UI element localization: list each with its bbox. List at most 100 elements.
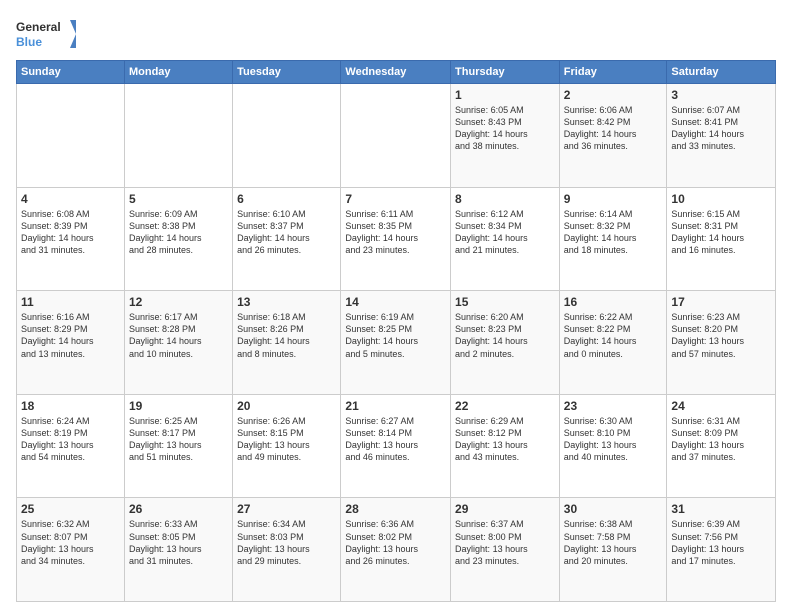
day-number: 29 bbox=[455, 502, 555, 516]
day-number: 10 bbox=[671, 192, 771, 206]
calendar-cell: 22 Sunrise: 6:29 AM Sunset: 8:12 PM Dayli… bbox=[451, 394, 560, 498]
calendar-cell: 8Sunrise: 6:12 AM Sunset: 8:34 PM Daylig… bbox=[451, 187, 560, 291]
calendar-cell: 16 Sunrise: 6:22 AM Sunset: 8:22 PM Dayli… bbox=[559, 291, 667, 395]
calendar-cell: 19 Sunrise: 6:25 AM Sunset: 8:17 PM Dayli… bbox=[124, 394, 232, 498]
weekday-header-wednesday: Wednesday bbox=[341, 61, 451, 84]
calendar-cell: 14 Sunrise: 6:19 AM Sunset: 8:25 PM Dayli… bbox=[341, 291, 451, 395]
day-number: 16 bbox=[564, 295, 663, 309]
calendar-cell: 2 Sunrise: 6:06 AM Sunset: 8:42 PM Daylig… bbox=[559, 84, 667, 188]
day-info: Sunrise: 6:24 AM Sunset: 8:19 PM Dayligh… bbox=[21, 415, 120, 464]
day-number: 27 bbox=[237, 502, 336, 516]
calendar-cell bbox=[233, 84, 341, 188]
calendar-cell: 13Sunrise: 6:18 AM Sunset: 8:26 PM Dayli… bbox=[233, 291, 341, 395]
calendar-cell: 12 Sunrise: 6:17 AM Sunset: 8:28 PM Dayli… bbox=[124, 291, 232, 395]
day-number: 5 bbox=[129, 192, 228, 206]
day-number: 31 bbox=[671, 502, 771, 516]
calendar-table: SundayMondayTuesdayWednesdayThursdayFrid… bbox=[16, 60, 776, 602]
day-info: Sunrise: 6:30 AM Sunset: 8:10 PM Dayligh… bbox=[564, 415, 663, 464]
calendar-cell: 15 Sunrise: 6:20 AM Sunset: 8:23 PM Dayli… bbox=[451, 291, 560, 395]
day-info: Sunrise: 6:11 AM Sunset: 8:35 PM Dayligh… bbox=[345, 208, 446, 257]
header-row: SundayMondayTuesdayWednesdayThursdayFrid… bbox=[17, 61, 776, 84]
day-info: Sunrise: 6:16 AM Sunset: 8:29 PM Dayligh… bbox=[21, 311, 120, 360]
day-number: 24 bbox=[671, 399, 771, 413]
page: General Blue SundayMondayTuesdayWednesda… bbox=[0, 0, 792, 612]
calendar-cell: 5 Sunrise: 6:09 AM Sunset: 8:38 PM Daylig… bbox=[124, 187, 232, 291]
day-info: Sunrise: 6:15 AM Sunset: 8:31 PM Dayligh… bbox=[671, 208, 771, 257]
day-info: Sunrise: 6:19 AM Sunset: 8:25 PM Dayligh… bbox=[345, 311, 446, 360]
calendar-cell: 4 Sunrise: 6:08 AM Sunset: 8:39 PM Daylig… bbox=[17, 187, 125, 291]
day-info: Sunrise: 6:07 AM Sunset: 8:41 PM Dayligh… bbox=[671, 104, 771, 153]
logo-svg: General Blue bbox=[16, 16, 76, 52]
calendar-cell: 21Sunrise: 6:27 AM Sunset: 8:14 PM Dayli… bbox=[341, 394, 451, 498]
calendar-cell: 6 Sunrise: 6:10 AM Sunset: 8:37 PM Daylig… bbox=[233, 187, 341, 291]
day-number: 12 bbox=[129, 295, 228, 309]
calendar-cell: 17Sunrise: 6:23 AM Sunset: 8:20 PM Dayli… bbox=[667, 291, 776, 395]
calendar-cell bbox=[124, 84, 232, 188]
calendar-cell: 26 Sunrise: 6:33 AM Sunset: 8:05 PM Dayli… bbox=[124, 498, 232, 602]
day-info: Sunrise: 6:09 AM Sunset: 8:38 PM Dayligh… bbox=[129, 208, 228, 257]
weekday-header-tuesday: Tuesday bbox=[233, 61, 341, 84]
day-number: 30 bbox=[564, 502, 663, 516]
weekday-header-friday: Friday bbox=[559, 61, 667, 84]
calendar-week-4: 18 Sunrise: 6:24 AM Sunset: 8:19 PM Dayli… bbox=[17, 394, 776, 498]
calendar-cell bbox=[341, 84, 451, 188]
day-number: 6 bbox=[237, 192, 336, 206]
calendar-week-1: 1Sunrise: 6:05 AM Sunset: 8:43 PM Daylig… bbox=[17, 84, 776, 188]
day-info: Sunrise: 6:39 AM Sunset: 7:56 PM Dayligh… bbox=[671, 518, 771, 567]
day-number: 21 bbox=[345, 399, 446, 413]
day-info: Sunrise: 6:05 AM Sunset: 8:43 PM Dayligh… bbox=[455, 104, 555, 153]
day-info: Sunrise: 6:36 AM Sunset: 8:02 PM Dayligh… bbox=[345, 518, 446, 567]
day-info: Sunrise: 6:17 AM Sunset: 8:28 PM Dayligh… bbox=[129, 311, 228, 360]
calendar-cell: 31 Sunrise: 6:39 AM Sunset: 7:56 PM Dayli… bbox=[667, 498, 776, 602]
day-number: 13 bbox=[237, 295, 336, 309]
calendar-cell: 29 Sunrise: 6:37 AM Sunset: 8:00 PM Dayli… bbox=[451, 498, 560, 602]
weekday-header-saturday: Saturday bbox=[667, 61, 776, 84]
calendar-cell: 10 Sunrise: 6:15 AM Sunset: 8:31 PM Dayli… bbox=[667, 187, 776, 291]
day-number: 18 bbox=[21, 399, 120, 413]
day-info: Sunrise: 6:22 AM Sunset: 8:22 PM Dayligh… bbox=[564, 311, 663, 360]
day-number: 4 bbox=[21, 192, 120, 206]
day-info: Sunrise: 6:34 AM Sunset: 8:03 PM Dayligh… bbox=[237, 518, 336, 567]
day-info: Sunrise: 6:33 AM Sunset: 8:05 PM Dayligh… bbox=[129, 518, 228, 567]
day-info: Sunrise: 6:20 AM Sunset: 8:23 PM Dayligh… bbox=[455, 311, 555, 360]
calendar-header: SundayMondayTuesdayWednesdayThursdayFrid… bbox=[17, 61, 776, 84]
day-number: 8 bbox=[455, 192, 555, 206]
calendar-cell: 28 Sunrise: 6:36 AM Sunset: 8:02 PM Dayli… bbox=[341, 498, 451, 602]
day-info: Sunrise: 6:23 AM Sunset: 8:20 PM Dayligh… bbox=[671, 311, 771, 360]
weekday-header-thursday: Thursday bbox=[451, 61, 560, 84]
day-number: 19 bbox=[129, 399, 228, 413]
day-info: Sunrise: 6:29 AM Sunset: 8:12 PM Dayligh… bbox=[455, 415, 555, 464]
day-number: 28 bbox=[345, 502, 446, 516]
day-number: 9 bbox=[564, 192, 663, 206]
calendar-cell: 24Sunrise: 6:31 AM Sunset: 8:09 PM Dayli… bbox=[667, 394, 776, 498]
calendar-cell: 1Sunrise: 6:05 AM Sunset: 8:43 PM Daylig… bbox=[451, 84, 560, 188]
day-info: Sunrise: 6:10 AM Sunset: 8:37 PM Dayligh… bbox=[237, 208, 336, 257]
calendar-week-5: 25 Sunrise: 6:32 AM Sunset: 8:07 PM Dayli… bbox=[17, 498, 776, 602]
logo: General Blue bbox=[16, 16, 76, 52]
svg-text:Blue: Blue bbox=[16, 35, 42, 49]
calendar-cell: 27 Sunrise: 6:34 AM Sunset: 8:03 PM Dayli… bbox=[233, 498, 341, 602]
calendar-cell: 7Sunrise: 6:11 AM Sunset: 8:35 PM Daylig… bbox=[341, 187, 451, 291]
calendar-cell: 18 Sunrise: 6:24 AM Sunset: 8:19 PM Dayli… bbox=[17, 394, 125, 498]
day-info: Sunrise: 6:32 AM Sunset: 8:07 PM Dayligh… bbox=[21, 518, 120, 567]
calendar-cell: 30Sunrise: 6:38 AM Sunset: 7:58 PM Dayli… bbox=[559, 498, 667, 602]
day-number: 22 bbox=[455, 399, 555, 413]
weekday-header-sunday: Sunday bbox=[17, 61, 125, 84]
header: General Blue bbox=[16, 16, 776, 52]
day-info: Sunrise: 6:25 AM Sunset: 8:17 PM Dayligh… bbox=[129, 415, 228, 464]
day-info: Sunrise: 6:37 AM Sunset: 8:00 PM Dayligh… bbox=[455, 518, 555, 567]
day-info: Sunrise: 6:06 AM Sunset: 8:42 PM Dayligh… bbox=[564, 104, 663, 153]
day-number: 15 bbox=[455, 295, 555, 309]
calendar-cell bbox=[17, 84, 125, 188]
day-number: 26 bbox=[129, 502, 228, 516]
calendar-cell: 20Sunrise: 6:26 AM Sunset: 8:15 PM Dayli… bbox=[233, 394, 341, 498]
day-number: 2 bbox=[564, 88, 663, 102]
day-info: Sunrise: 6:26 AM Sunset: 8:15 PM Dayligh… bbox=[237, 415, 336, 464]
calendar-cell: 23Sunrise: 6:30 AM Sunset: 8:10 PM Dayli… bbox=[559, 394, 667, 498]
calendar-cell: 9Sunrise: 6:14 AM Sunset: 8:32 PM Daylig… bbox=[559, 187, 667, 291]
calendar-body: 1Sunrise: 6:05 AM Sunset: 8:43 PM Daylig… bbox=[17, 84, 776, 602]
day-number: 14 bbox=[345, 295, 446, 309]
svg-text:General: General bbox=[16, 20, 61, 34]
day-number: 25 bbox=[21, 502, 120, 516]
day-info: Sunrise: 6:08 AM Sunset: 8:39 PM Dayligh… bbox=[21, 208, 120, 257]
